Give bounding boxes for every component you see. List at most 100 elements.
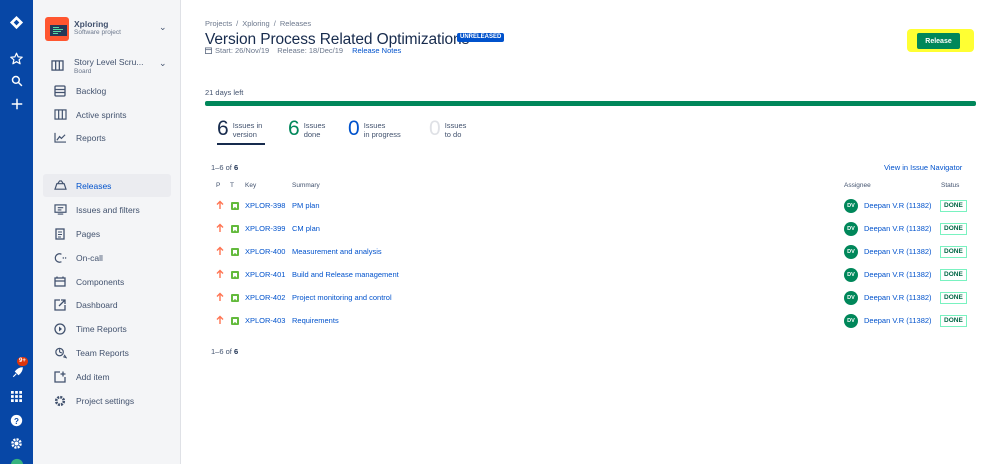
stat-issues-done[interactable]: 6 Issues done	[288, 118, 325, 145]
releases-icon	[52, 178, 68, 194]
chevron-down-icon: ⌄	[159, 58, 167, 68]
story-icon	[231, 225, 239, 233]
time-reports-icon	[52, 321, 68, 337]
sidebar-item-dashboard[interactable]: Dashboard	[43, 293, 171, 316]
assignee-name[interactable]: Deepan V.R (11382)	[864, 224, 932, 233]
priority-high-icon	[216, 292, 224, 304]
stat-issues-in-progress[interactable]: 0 Issues in progress	[348, 118, 401, 145]
issue-summary[interactable]: CM plan	[292, 224, 320, 233]
avatar: DV	[844, 291, 858, 305]
board-icon	[51, 60, 64, 71]
status-badge: DONE	[940, 200, 967, 212]
issue-summary[interactable]: Build and Release management	[292, 270, 399, 279]
star-icon[interactable]	[0, 47, 33, 69]
issue-key[interactable]: XPLOR-398	[245, 201, 285, 210]
status-badge: DONE	[940, 292, 967, 304]
project-type: Software project	[74, 29, 121, 36]
sidebar-item-project-settings[interactable]: Project settings	[43, 389, 171, 412]
search-icon[interactable]	[0, 70, 33, 92]
add-item-icon	[52, 369, 68, 385]
issue-key[interactable]: XPLOR-402	[245, 293, 285, 302]
stat-number: 6	[217, 117, 229, 140]
sidebar-item-active-sprints[interactable]: Active sprints	[43, 103, 171, 126]
help-icon[interactable]: ?	[0, 409, 33, 431]
issue-key[interactable]: XPLOR-399	[245, 224, 285, 233]
profile-avatar[interactable]	[0, 454, 33, 464]
global-nav: 9+ ?	[0, 0, 33, 464]
jira-logo-icon[interactable]	[0, 11, 33, 33]
avatar: DV	[844, 245, 858, 259]
column-header-status[interactable]: Status	[941, 182, 959, 189]
sidebar-item-add-item[interactable]: Add item	[43, 365, 171, 388]
sidebar-item-backlog[interactable]: Backlog	[43, 79, 171, 102]
board-switcher[interactable]: Story Level Scru... Board ⌄	[45, 57, 175, 79]
breadcrumb-projects[interactable]: Projects	[205, 19, 232, 28]
issue-key[interactable]: XPLOR-403	[245, 316, 285, 325]
status-badge: DONE	[940, 269, 967, 281]
issue-key[interactable]: XPLOR-400	[245, 247, 285, 256]
sidebar-item-components[interactable]: Components	[43, 270, 171, 293]
assignee-name[interactable]: Deepan V.R (11382)	[864, 270, 932, 279]
breadcrumb: Projects / Xploring / Releases	[205, 19, 315, 28]
sidebar-item-issues-and-filters[interactable]: Issues and filters	[43, 198, 171, 221]
release-notes-link[interactable]: Release Notes	[352, 46, 401, 55]
table-row[interactable]: XPLOR-398 PM plan DV Deepan V.R (11382) DONE	[211, 197, 971, 220]
story-icon	[231, 202, 239, 210]
column-header-summary[interactable]: Summary	[292, 182, 320, 189]
issue-summary[interactable]: Requirements	[292, 316, 339, 325]
project-switcher[interactable]: Xploring Software project ⌄	[45, 17, 175, 43]
sidebar-item-on-call[interactable]: On-call	[43, 246, 171, 269]
assignee-name[interactable]: Deepan V.R (11382)	[864, 201, 932, 210]
assignee-name[interactable]: Deepan V.R (11382)	[864, 293, 932, 302]
table-row[interactable]: XPLOR-403 Requirements DV Deepan V.R (11382…	[211, 312, 971, 335]
app-switcher-icon[interactable]	[0, 385, 33, 407]
story-icon	[231, 248, 239, 256]
issue-summary[interactable]: Measurement and analysis	[292, 247, 382, 256]
sidebar-item-team-reports[interactable]: Team Reports	[43, 341, 171, 364]
stat-issues-to-do[interactable]: 0 Issues to do	[429, 118, 466, 145]
stat-issues-in-version[interactable]: 6 Issues in version	[217, 118, 265, 145]
create-icon[interactable]	[0, 93, 33, 115]
sidebar-item-releases[interactable]: Releases	[43, 174, 171, 197]
column-header-type[interactable]: T	[230, 182, 234, 189]
table-row[interactable]: XPLOR-400 Measurement and analysis DV Deepa…	[211, 243, 971, 266]
priority-high-icon	[216, 315, 224, 327]
days-left: 21 days left	[205, 88, 244, 97]
assignee-name[interactable]: Deepan V.R (11382)	[864, 316, 932, 325]
assignee-name[interactable]: Deepan V.R (11382)	[864, 247, 932, 256]
notifications-badge: 9+	[17, 357, 28, 366]
avatar: DV	[844, 199, 858, 213]
active-sprints-icon	[52, 107, 68, 123]
progress-bar	[205, 101, 976, 106]
release-button[interactable]: Release	[917, 33, 960, 49]
issue-summary[interactable]: PM plan	[292, 201, 320, 210]
notifications-icon[interactable]: 9+	[0, 357, 33, 384]
settings-icon[interactable]	[0, 432, 33, 454]
column-header-assignee[interactable]: Assignee	[844, 182, 871, 189]
story-icon	[231, 294, 239, 302]
sidebar-item-time-reports[interactable]: Time Reports	[43, 317, 171, 340]
issue-count-footer: 1–6 of 6	[211, 347, 239, 356]
board-type: Board	[74, 68, 92, 75]
issues-icon	[52, 202, 68, 218]
breadcrumb-releases[interactable]: Releases	[280, 19, 311, 28]
table-row[interactable]: XPLOR-401 Build and Release management DV D…	[211, 266, 971, 289]
column-header-key[interactable]: Key	[245, 182, 256, 189]
column-header-priority[interactable]: P	[216, 182, 220, 189]
breadcrumb-separator: /	[273, 19, 276, 28]
table-row[interactable]: XPLOR-399 CM plan DV Deepan V.R (11382) DONE	[211, 220, 971, 243]
breadcrumb-project[interactable]: Xploring	[242, 19, 270, 28]
gear-icon	[52, 393, 68, 409]
issue-summary[interactable]: Project monitoring and control	[292, 293, 392, 302]
story-icon	[231, 271, 239, 279]
sidebar-item-pages[interactable]: Pages	[43, 222, 171, 245]
team-reports-icon	[52, 345, 68, 361]
priority-high-icon	[216, 269, 224, 281]
stat-number: 6	[288, 117, 300, 140]
table-row[interactable]: XPLOR-402 Project monitoring and control D…	[211, 289, 971, 312]
reports-icon	[52, 130, 68, 146]
view-in-issue-navigator-link[interactable]: View in Issue Navigator	[884, 163, 962, 172]
sidebar-item-reports[interactable]: Reports	[43, 126, 171, 149]
issue-key[interactable]: XPLOR-401	[245, 270, 285, 279]
backlog-icon	[52, 83, 68, 99]
